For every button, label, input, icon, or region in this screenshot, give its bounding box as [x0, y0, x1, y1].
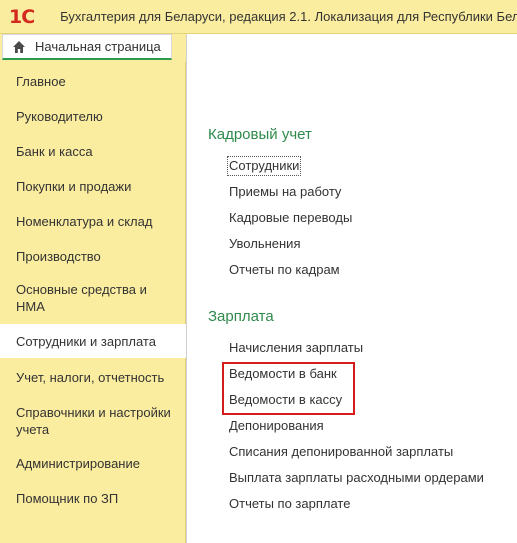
link-salary-reports[interactable]: Отчеты по зарплате [229, 496, 350, 512]
home-icon [13, 40, 25, 53]
sidebar-item-label: Сотрудники и зарплата [16, 333, 156, 349]
sidebar-item-main[interactable]: Главное [0, 70, 185, 93]
sections-panel: Главное Руководителю Банк и касса Покупк… [0, 62, 186, 543]
sidebar-item-label: Главное [16, 74, 66, 89]
sidebar-item-label: Покупки и продажи [16, 179, 132, 194]
sidebar-item-bank-cash[interactable]: Банк и касса [0, 140, 185, 163]
link-dismissals[interactable]: Увольнения [229, 236, 300, 252]
link-deposit-writeoffs[interactable]: Списания депонированной зарплаты [229, 444, 453, 460]
sidebar-item-production[interactable]: Производство [0, 245, 185, 268]
link-transfers[interactable]: Кадровые переводы [229, 210, 352, 226]
link-employees[interactable]: Сотрудники [226, 156, 302, 176]
sidebar-item-label: Банк и касса [16, 144, 93, 159]
sidebar-item-fixed-assets[interactable]: Основные средства и НМА [0, 278, 185, 318]
tab-home-page[interactable]: Начальная страница [2, 34, 172, 60]
sidebar-item-label: Администрирование [16, 456, 140, 471]
sidebar-item-label: Основные средства и НМА [16, 282, 147, 314]
sidebar-item-payroll-assistant[interactable]: Помощник по ЗП [0, 487, 185, 510]
section-title-hr: Кадровый учет [208, 126, 312, 143]
sidebar-item-label: Руководителю [16, 109, 103, 124]
sidebar-item-label: Помощник по ЗП [16, 491, 119, 506]
1c-logo: 1С [9, 5, 35, 28]
link-cash-order-payments[interactable]: Выплата зарплаты расходными ордерами [229, 470, 484, 486]
sidebar-item-nomenclature-warehouse[interactable]: Номенклатура и склад [0, 210, 185, 233]
sidebar-item-staff-salary[interactable]: Сотрудники и зарплата [0, 324, 186, 358]
sidebar-item-label: Номенклатура и склад [16, 214, 153, 229]
highlight-box [222, 362, 355, 415]
sidebar-item-label: Справочники и настройки учета [16, 405, 171, 437]
link-salary-accruals[interactable]: Начисления зарплаты [229, 340, 363, 356]
sidebar-item-administration[interactable]: Администрирование [0, 452, 185, 475]
title-bar: 1С Бухгалтерия для Беларуси, редакция 2.… [0, 0, 517, 34]
link-hirings[interactable]: Приемы на работу [229, 184, 341, 200]
link-hr-reports[interactable]: Отчеты по кадрам [229, 262, 340, 278]
section-title-salary: Зарплата [208, 308, 274, 325]
sidebar-item-purchases-sales[interactable]: Покупки и продажи [0, 175, 185, 198]
section-content: Кадровый учет Сотрудники Приемы на работ… [186, 34, 517, 543]
sidebar-item-label: Учет, налоги, отчетность [16, 370, 165, 385]
tab-home-label: Начальная страница [35, 39, 161, 54]
app-title: Бухгалтерия для Беларуси, редакция 2.1. … [60, 9, 517, 24]
tab-bar: Начальная страница [0, 34, 186, 62]
sidebar-item-accounting-taxes[interactable]: Учет, налоги, отчетность [0, 366, 185, 389]
sidebar-item-label: Производство [16, 249, 101, 264]
sidebar-item-references-settings[interactable]: Справочники и настройки учета [0, 401, 185, 441]
link-deposits[interactable]: Депонирования [229, 418, 324, 434]
sidebar-item-manager[interactable]: Руководителю [0, 105, 185, 128]
